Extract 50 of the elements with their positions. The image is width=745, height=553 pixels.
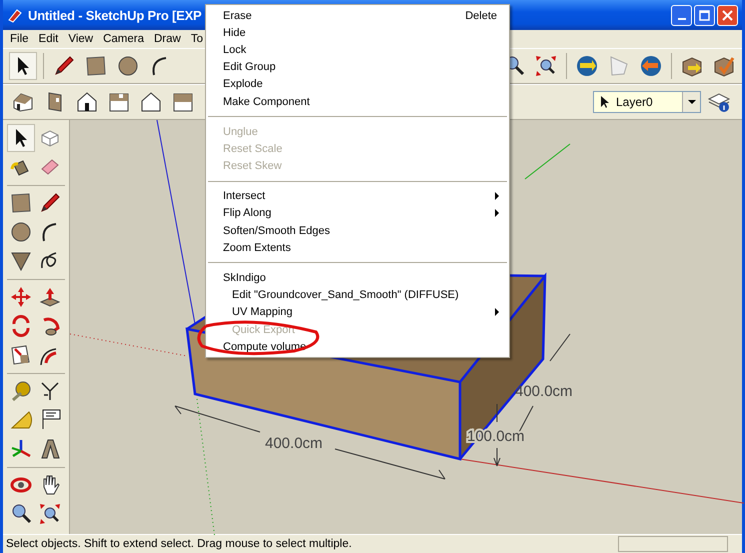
close-icon [722, 10, 733, 20]
circle-icon[interactable] [116, 54, 140, 78]
app-icon [7, 7, 23, 23]
previous-view-icon[interactable] [575, 54, 599, 78]
menu-item[interactable]: UV Mapping [206, 304, 509, 321]
menu-item[interactable]: Flip Along [206, 204, 509, 222]
close-button[interactable] [717, 4, 738, 26]
dimension-label: 400.0cm [265, 435, 323, 452]
next-view-icon[interactable] [639, 54, 663, 78]
maximize-icon [699, 10, 710, 20]
minimize-icon [678, 18, 686, 20]
menu-item[interactable]: Intersect [206, 188, 509, 205]
menu-item[interactable]: File [5, 33, 34, 45]
menu-item[interactable]: Edit Group [206, 58, 509, 76]
menu-item[interactable]: Erase Delete [206, 7, 509, 24]
menu-item[interactable]: View [63, 33, 98, 45]
move-icon[interactable] [9, 285, 33, 309]
layer-dropdown[interactable]: Layer0 [593, 91, 701, 113]
menu-item[interactable]: Explode [206, 76, 509, 93]
measurements-field[interactable] [618, 536, 728, 552]
menu-item[interactable]: Camera [98, 33, 149, 45]
menu-item[interactable]: Soften/Smooth Edges [206, 222, 509, 240]
submenu-arrow-icon [495, 308, 499, 316]
caret-icon [688, 100, 696, 104]
menu-item[interactable]: SkIndigo [206, 269, 509, 287]
pencil-icon[interactable] [38, 191, 62, 215]
box-check-icon[interactable] [712, 54, 736, 78]
axis-line [524, 144, 570, 180]
menu-item[interactable]: To [186, 33, 208, 45]
tape-measure-icon[interactable] [9, 379, 33, 403]
menu-item[interactable]: Make Component [206, 92, 509, 110]
menu-item[interactable]: Lock [206, 41, 509, 59]
dimension-label: 400.0cm [515, 383, 573, 400]
menu-item[interactable]: Hide [206, 24, 509, 42]
cursor-icon [600, 96, 610, 108]
menu-item[interactable]: Edit [34, 33, 64, 45]
menu-item[interactable]: Draw [148, 33, 186, 45]
menu-item[interactable]: Edit "Groundcover_Sand_Smooth" (DIFFUSE) [206, 286, 509, 304]
window-title: Untitled - SketchUp Pro [EXP [28, 8, 202, 22]
shortcut-text: Delete [465, 10, 498, 22]
minimize-button[interactable] [671, 4, 692, 26]
house-side-icon[interactable] [139, 90, 163, 114]
status-text: Select objects. Shift to extend select. Drag mouse to select multiple. [6, 538, 352, 550]
pencil-icon[interactable] [52, 54, 76, 78]
zoom-extents-icon[interactable] [534, 54, 558, 78]
menu-item[interactable]: Zoom Extents [206, 239, 509, 256]
house-front-icon[interactable] [75, 90, 99, 114]
zoom-extents-icon[interactable] [38, 502, 62, 526]
maximize-button[interactable] [694, 4, 715, 26]
circle-icon[interactable] [9, 220, 33, 244]
